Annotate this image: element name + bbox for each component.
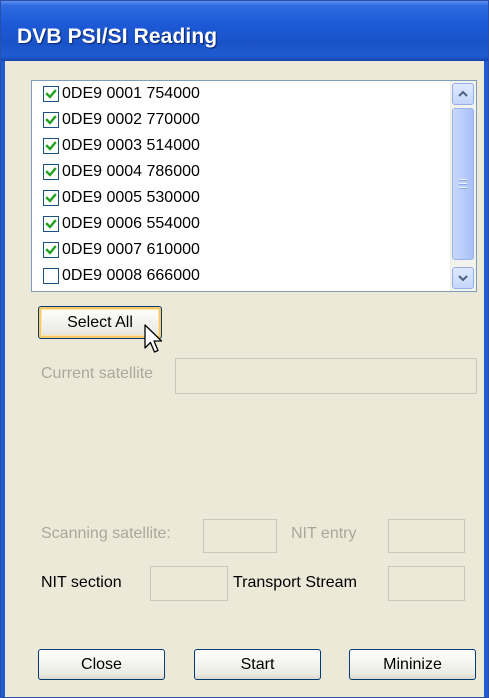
nit-entry-field [388,519,465,553]
checkmark-icon [45,167,57,177]
list-item-label: 0DE9 0004 786000 [62,163,200,180]
current-satellite-field [175,358,477,394]
checkmark-icon [45,115,57,125]
chevron-up-icon [458,90,468,97]
list-item-label: 0DE9 0002 770000 [62,111,200,128]
window-title: DVB PSI/SI Reading [17,25,218,48]
list-item[interactable]: 0DE9 0002 770000 [32,107,450,133]
checkmark-icon [45,89,57,99]
list-item[interactable]: 0DE9 0007 610000 [32,237,450,263]
nit-entry-label: NIT entry [291,525,357,542]
checkbox[interactable] [43,242,59,258]
list-item-label: 0DE9 0008 666000 [62,267,200,284]
checkbox[interactable] [43,86,59,102]
vertical-scrollbar[interactable] [450,81,476,291]
thumb-grip-icon [459,179,467,189]
list-item[interactable]: 0DE9 0003 514000 [32,133,450,159]
list-item[interactable]: 0DE9 0008 666000 [32,263,450,289]
list-item[interactable]: 0DE9 0005 530000 [32,185,450,211]
scroll-up-button[interactable] [452,83,474,105]
minimize-button[interactable]: Mininize [349,649,476,680]
nit-section-label: NIT section [41,574,122,591]
checkbox[interactable] [43,190,59,206]
current-satellite-label: Current satellite [41,365,154,382]
checkbox[interactable] [43,268,59,284]
start-button[interactable]: Start [194,649,321,680]
scroll-down-button[interactable] [452,267,474,289]
dialog-client-area: 0DE9 0001 754000 0DE9 0002 770000 0DE9 000… [5,61,484,697]
listbox-items: 0DE9 0001 754000 0DE9 0002 770000 0DE9 000… [32,81,450,291]
checkbox[interactable] [43,138,59,154]
list-item-label: 0DE9 0003 514000 [62,137,200,154]
list-item-label: 0DE9 0007 610000 [62,241,200,258]
mouse-pointer-icon [144,324,163,353]
checkbox[interactable] [43,216,59,232]
list-item[interactable]: 0DE9 0001 754000 [32,81,450,107]
list-item-label: 0DE9 0006 554000 [62,215,200,232]
list-item[interactable]: 0DE9 0004 786000 [32,159,450,185]
window-frame-right [484,61,488,697]
close-button[interactable]: Close [38,649,165,680]
scroll-thumb[interactable] [452,108,474,260]
list-item[interactable]: 0DE9 0006 554000 [32,211,450,237]
checkmark-icon [45,141,57,151]
checkmark-icon [45,219,57,229]
title-bar[interactable]: DVB PSI/SI Reading [1,1,488,61]
transport-stream-label: Transport Stream [233,574,357,591]
checkmark-icon [45,193,57,203]
list-item-label: 0DE9 0005 530000 [62,189,200,206]
transponder-listbox[interactable]: 0DE9 0001 754000 0DE9 0002 770000 0DE9 000… [31,80,477,292]
scanning-satellite-label: Scanning satellite: [41,525,171,542]
nit-section-field [150,566,228,601]
list-item-label: 0DE9 0001 754000 [62,85,200,102]
chevron-down-icon [458,275,468,282]
dialog-window: DVB PSI/SI Reading 0DE9 0001 754000 0DE9 … [0,0,489,698]
transport-stream-field [388,566,465,601]
checkbox[interactable] [43,164,59,180]
scanning-satellite-field [203,519,277,553]
checkbox[interactable] [43,112,59,128]
checkmark-icon [45,245,57,255]
